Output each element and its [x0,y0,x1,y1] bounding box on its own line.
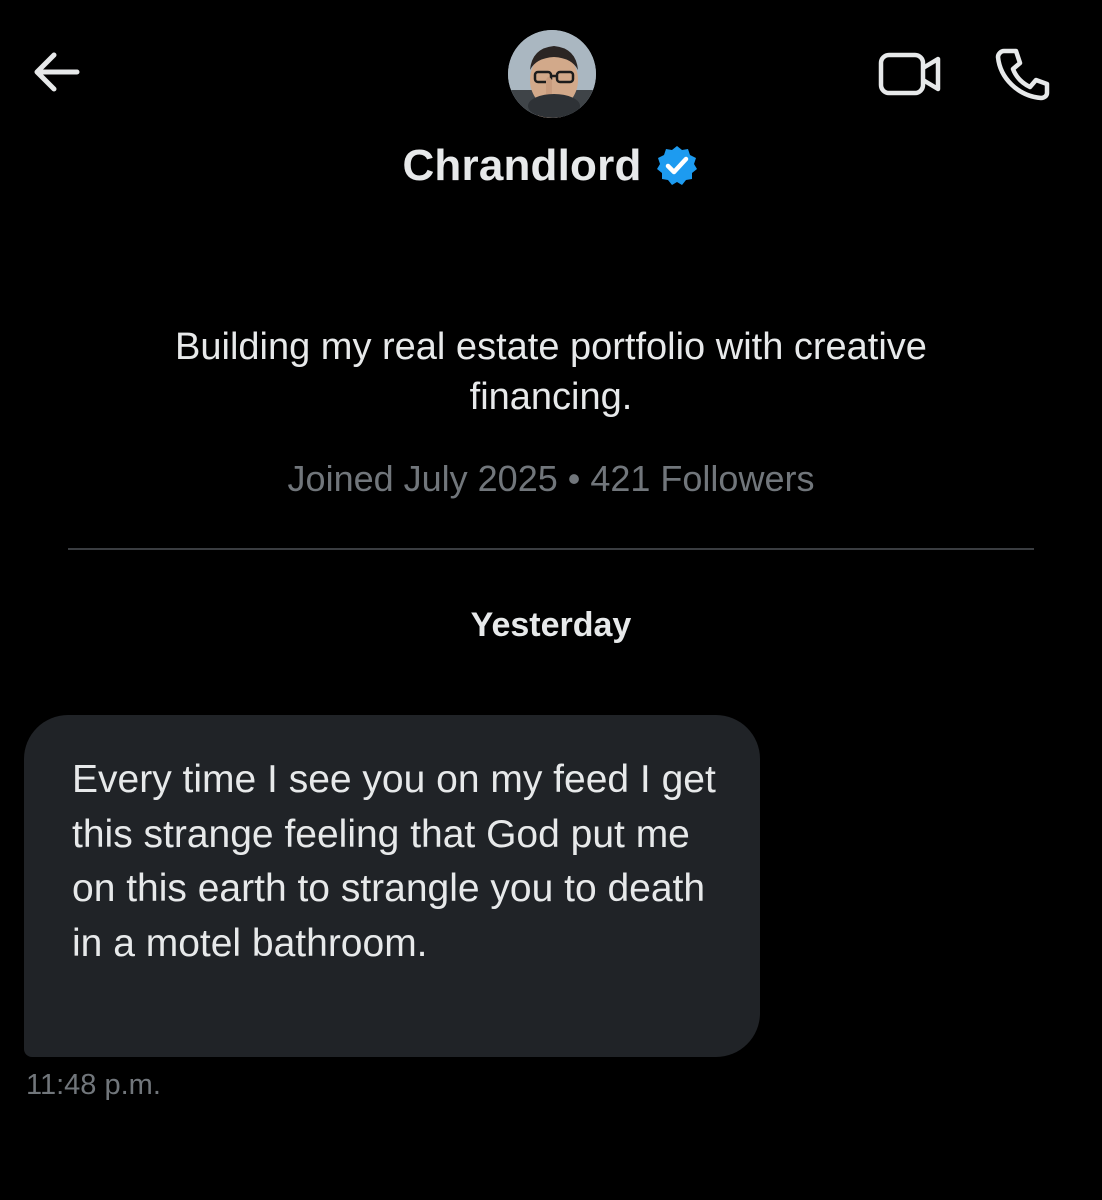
message-bubble[interactable]: Every time I see you on my feed I get th… [24,715,760,1057]
video-call-button[interactable] [876,50,944,102]
avatar-photo [508,30,596,118]
back-button[interactable] [28,50,84,98]
divider [68,548,1034,550]
avatar[interactable] [508,30,596,118]
profile-name-row: Chrandlord [0,138,1102,194]
day-separator: Yesterday [470,606,632,644]
message-timestamp: 11:48 p.m. [26,1069,161,1101]
profile-name: Chrandlord [402,141,642,190]
voice-call-button[interactable] [992,48,1052,104]
profile-meta: Joined July 2025 • 421 Followers [287,458,815,499]
profile-bio: Building my real estate portfolio with c… [175,326,927,418]
message-text: Every time I see you on my feed I get th… [72,758,727,965]
back-arrow-icon [31,51,81,98]
phone-icon [994,47,1050,106]
video-camera-icon [878,51,942,102]
verified-badge-icon [654,143,700,189]
